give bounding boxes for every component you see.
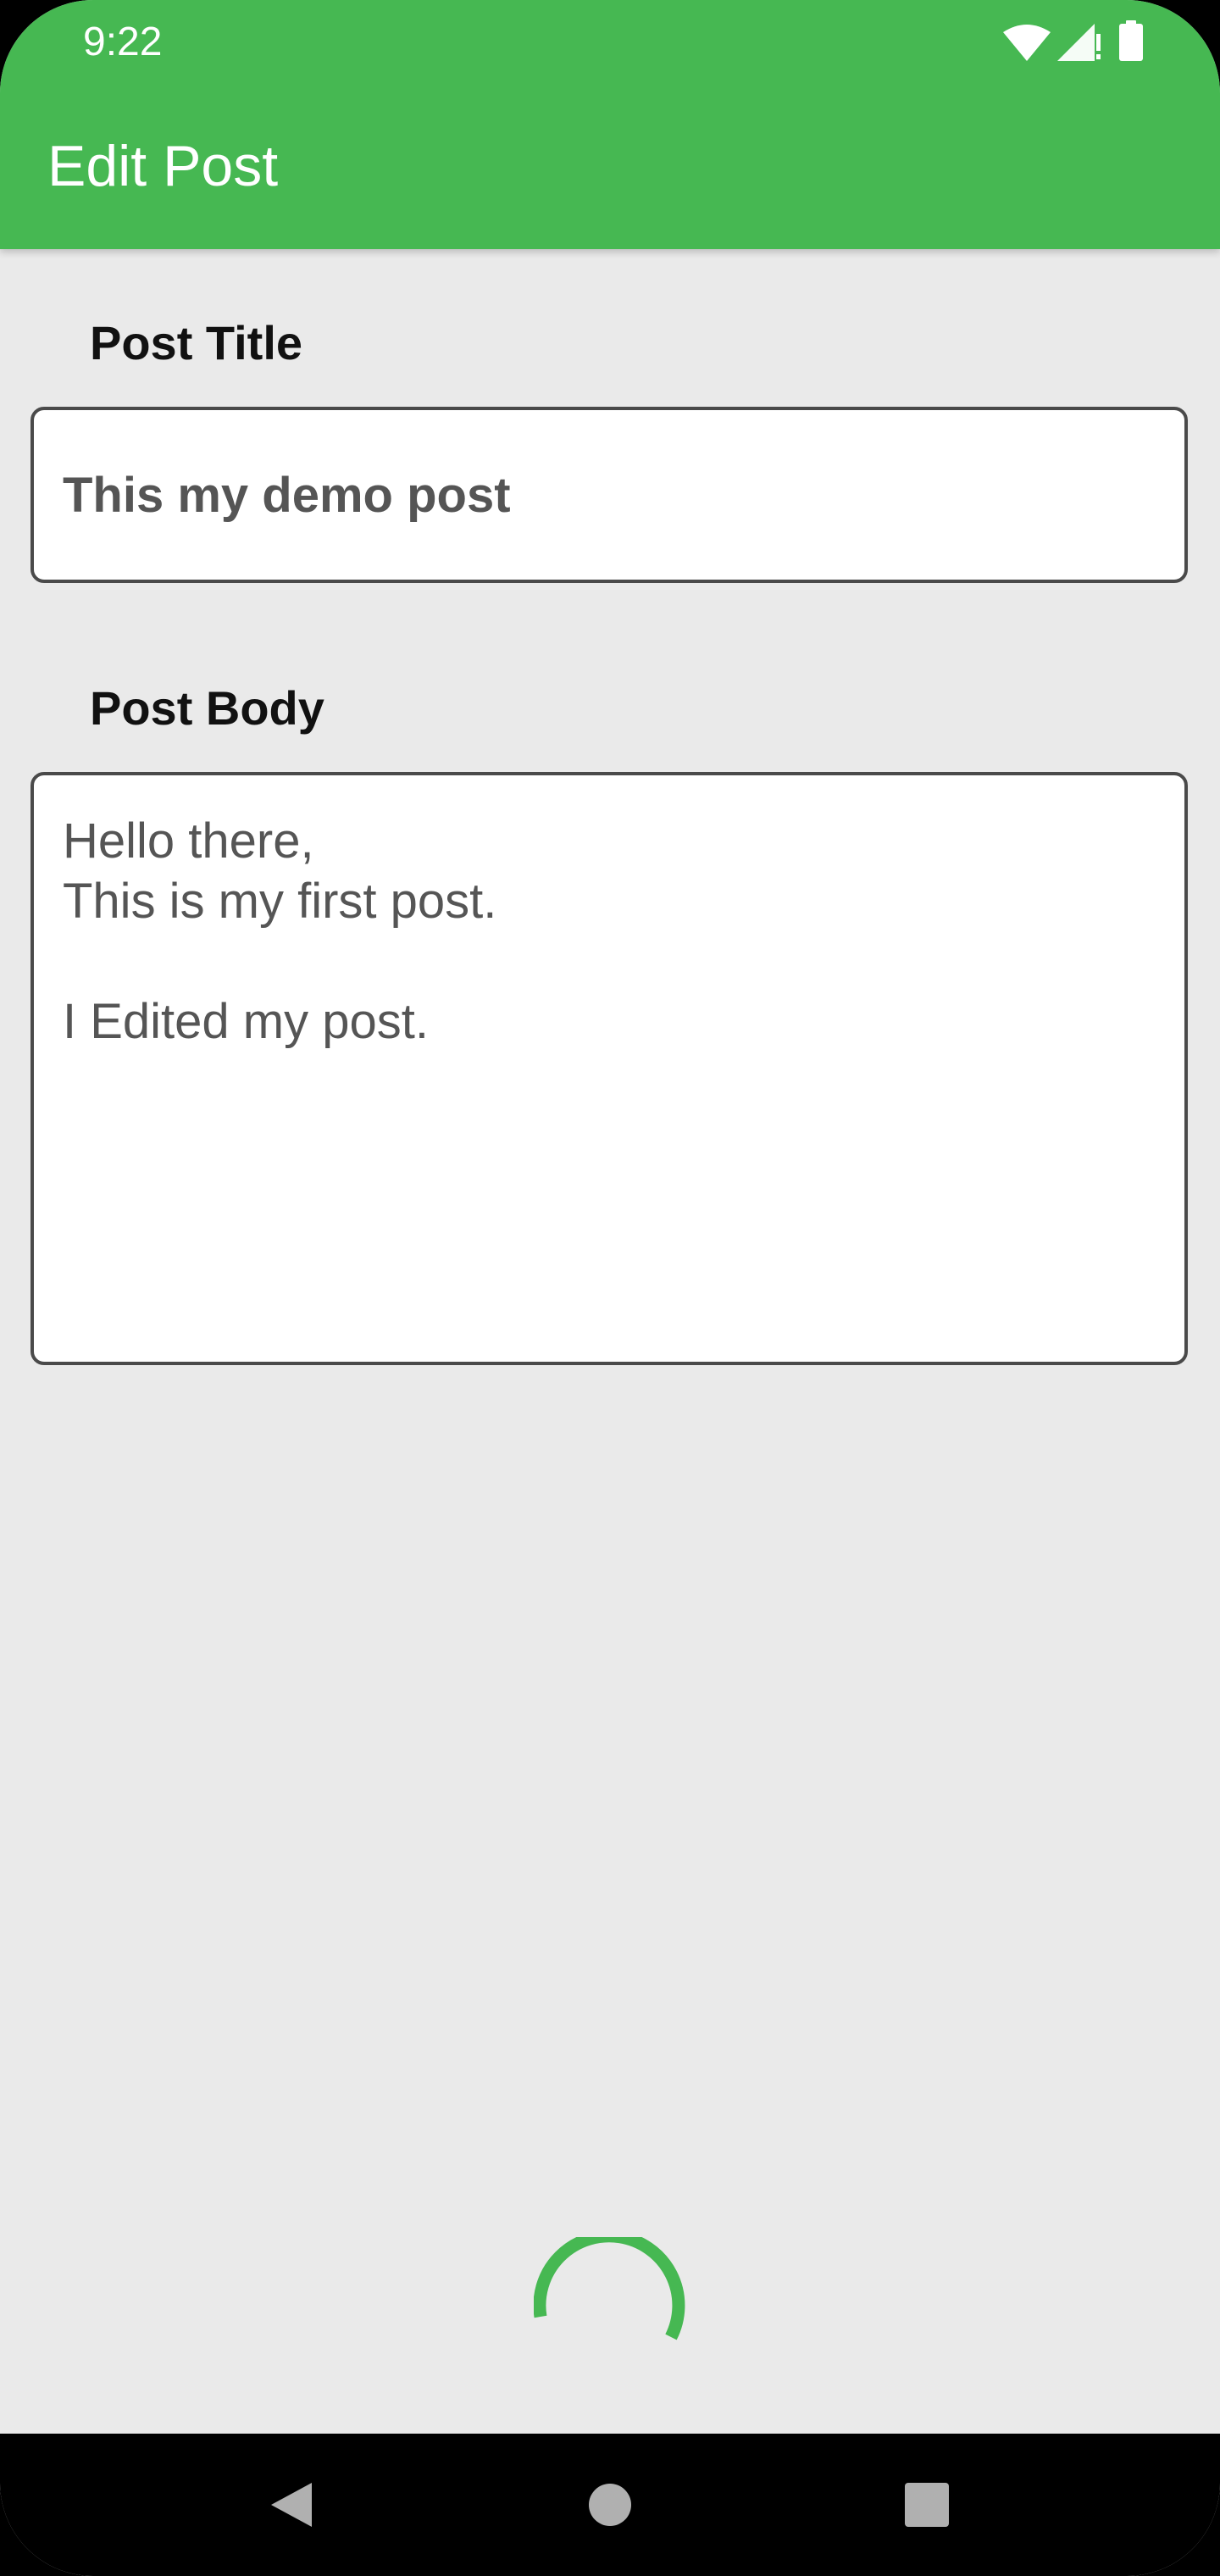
edit-post-screen: 9:22 Edit Post Post Title This my demo p… <box>0 0 1220 2576</box>
post-body-input[interactable]: Hello there, This is my first post. I Ed… <box>30 772 1188 1365</box>
app-bar: 9:22 Edit Post <box>0 0 1220 249</box>
wifi-icon <box>1003 24 1051 65</box>
post-title-value: This my demo post <box>63 468 511 523</box>
cell-signal-icon <box>1057 24 1101 65</box>
post-body-label: Post Body <box>90 681 324 735</box>
battery-icon <box>1118 20 1144 65</box>
status-icons <box>1003 20 1147 64</box>
recents-icon[interactable] <box>893 2471 961 2539</box>
post-title-input[interactable]: This my demo post <box>30 407 1188 583</box>
loading-spinner <box>533 2229 686 2356</box>
status-time: 9:22 <box>83 19 163 64</box>
page-title: Edit Post <box>47 134 279 198</box>
post-body-value: Hello there, This is my first post. I Ed… <box>63 813 497 1049</box>
system-nav-bar <box>0 2434 1220 2576</box>
home-icon[interactable] <box>576 2471 644 2539</box>
post-title-label: Post Title <box>90 316 303 369</box>
back-icon[interactable] <box>263 2471 330 2539</box>
